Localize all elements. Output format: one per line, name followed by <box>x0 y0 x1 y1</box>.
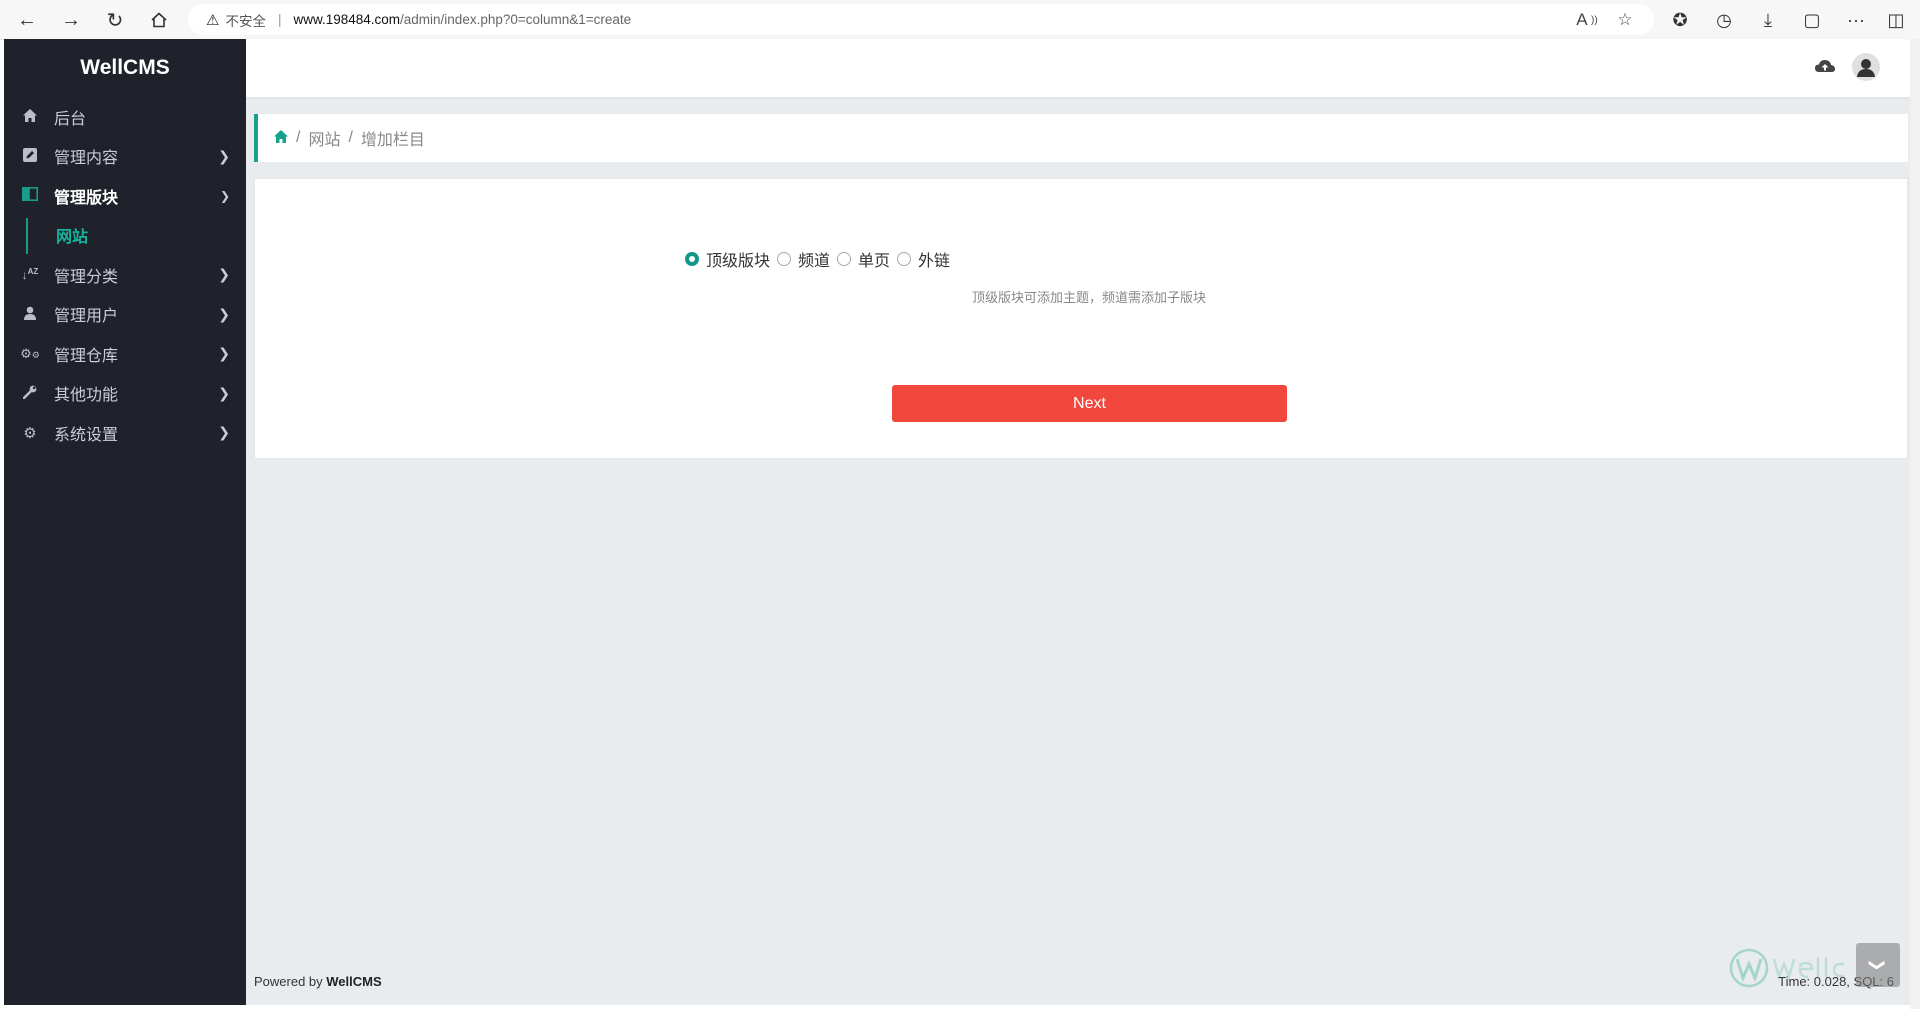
history-icon[interactable]: ◷ <box>1710 8 1738 32</box>
sidebar-item-label: 其他功能 <box>54 387 119 405</box>
address-separator: | <box>277 12 282 27</box>
scroll-to-top-button[interactable]: ❯ <box>1856 943 1900 987</box>
sidebar-item-label: 管理仓库 <box>54 347 119 365</box>
screenshot-icon[interactable]: ▢ <box>1798 8 1826 32</box>
radio-external-link[interactable]: 外链 <box>897 247 950 271</box>
chevron-right-icon: ❯ <box>218 147 230 164</box>
sidebar-item-warehouse[interactable]: ⚙⚙ 管理仓库 ❯ <box>4 334 246 374</box>
cloud-upload-icon[interactable] <box>1814 57 1836 77</box>
chevron-right-icon: ❯ <box>218 266 230 283</box>
forward-icon[interactable]: → <box>56 6 86 34</box>
breadcrumb: / 网站 / 增加栏目 <box>254 114 1908 162</box>
page-scrollbar[interactable] <box>1910 39 1920 1009</box>
favorite-star-icon[interactable]: ☆ <box>1612 9 1638 31</box>
sidebar-submenu: 网站 <box>4 216 246 256</box>
url-text: www.198484.com/admin/index.php?0=column&… <box>293 12 631 27</box>
top-header <box>246 39 1910 97</box>
radio-circle[interactable] <box>685 252 699 266</box>
chevron-right-icon: ❯ <box>218 384 230 401</box>
sidebar-item-other[interactable]: 其他功能 ❯ <box>4 374 246 414</box>
powered-brand-link[interactable]: WellCMS <box>326 974 381 989</box>
url-path: /admin/index.php?0=column&1=create <box>400 12 632 27</box>
sort-icon: ↓AZ <box>21 267 39 283</box>
submenu-active-bar <box>26 217 28 254</box>
brand-logo[interactable]: WellCMS <box>4 39 246 97</box>
radio-circle[interactable] <box>777 252 792 266</box>
sidebar-item-label: 系统设置 <box>54 426 119 444</box>
columns-icon <box>20 187 40 204</box>
gear-icon: ⚙ <box>23 424 37 442</box>
radio-top-forum[interactable]: 顶级版块 <box>685 247 770 271</box>
chevron-right-icon: ❯ <box>218 305 230 322</box>
url-domain: www.198484.com <box>293 12 401 27</box>
sidebar-item-users[interactable]: 管理用户 ❯ <box>4 295 246 335</box>
sidebar-item-label: 管理版块 <box>54 189 119 207</box>
edit-icon <box>20 147 40 165</box>
create-column-card: 顶级版块 频道 单页 外链 顶级版块可添加主题，频道需添加子版块 Next <box>254 178 1908 459</box>
address-bar[interactable]: ⚠ 不安全 | www.198484.com/admin/index.php?0… <box>188 4 1654 35</box>
sidebar-item-categories[interactable]: ↓AZ 管理分类 ❯ <box>4 255 246 295</box>
radio-circle[interactable] <box>837 252 852 266</box>
breadcrumb-link-website[interactable]: 网站 <box>308 126 340 150</box>
sidebar-toggle-icon[interactable]: ◫ <box>1882 8 1910 32</box>
column-type-radio-group: 顶级版块 频道 单页 外链 <box>685 247 957 271</box>
radio-channel[interactable]: 频道 <box>777 247 830 271</box>
radio-label: 顶级版块 <box>706 253 771 270</box>
next-button[interactable]: Next <box>892 385 1287 422</box>
favorites-icon[interactable]: ✪ <box>1666 8 1694 32</box>
sidebar-item-label: 后台 <box>54 110 87 128</box>
chevron-down-icon: ❯ <box>219 188 230 203</box>
sidebar-item-label: 管理分类 <box>54 268 119 286</box>
back-icon[interactable]: ← <box>12 6 42 34</box>
breadcrumb-home-icon[interactable] <box>274 129 288 147</box>
avatar[interactable] <box>1852 53 1880 81</box>
cogs-icon: ⚙⚙ <box>20 345 40 361</box>
radio-label: 外链 <box>918 253 951 270</box>
footer-powered: Powered by WellCMS <box>254 974 382 989</box>
sidebar-item-label: 管理内容 <box>54 150 119 168</box>
home-icon <box>20 108 40 125</box>
download-icon[interactable]: ⤓ <box>1754 8 1782 32</box>
home-browser-icon[interactable] <box>144 6 174 34</box>
chevron-right-icon: ❯ <box>218 424 230 441</box>
sidebar-item-settings[interactable]: ⚙ 系统设置 ❯ <box>4 413 246 453</box>
wrench-icon <box>20 385 40 402</box>
powered-prefix: Powered by <box>254 974 327 989</box>
radio-label: 频道 <box>798 253 831 270</box>
sidebar-item-content[interactable]: 管理内容 ❯ <box>4 137 246 177</box>
sidebar-subitem-website[interactable]: 网站 <box>56 223 88 247</box>
read-aloud-icon[interactable]: A )) <box>1574 9 1600 31</box>
main-content: / 网站 / 增加栏目 顶级版块 频道 单页 外链 顶级版块可添加主题，频道需添… <box>246 39 1910 1005</box>
user-icon <box>20 306 40 323</box>
radio-circle[interactable] <box>897 252 912 266</box>
sidebar-item-forums[interactable]: 管理版块 ❯ <box>4 176 246 216</box>
browser-toolbar: ← → ↻ ⚠ 不安全 | www.198484.com/admin/index… <box>0 0 1920 40</box>
breadcrumb-separator: / <box>348 129 353 146</box>
radio-single-page[interactable]: 单页 <box>837 247 890 271</box>
breadcrumb-separator: / <box>296 129 301 146</box>
chevron-down-icon: ❯ <box>1869 958 1886 972</box>
insecure-label: 不安全 <box>225 13 266 29</box>
chevron-right-icon: ❯ <box>218 345 230 362</box>
breadcrumb-current: 增加栏目 <box>360 132 425 149</box>
reload-icon[interactable]: ↻ <box>100 6 130 34</box>
radio-label: 单页 <box>858 253 891 270</box>
column-type-hint: 顶级版块可添加主题，频道需添加子版块 <box>971 290 1206 305</box>
sidebar: WellCMS 后台 管理内容 ❯ 管理版块 ❯ 网站 ↓AZ 管理分类 ❯ 管… <box>4 39 246 1005</box>
sidebar-item-dashboard[interactable]: 后台 <box>4 97 246 137</box>
warning-icon[interactable]: ⚠ <box>206 11 219 29</box>
sidebar-item-label: 管理用户 <box>54 308 119 326</box>
more-menu-icon[interactable]: ··· <box>1842 8 1870 32</box>
